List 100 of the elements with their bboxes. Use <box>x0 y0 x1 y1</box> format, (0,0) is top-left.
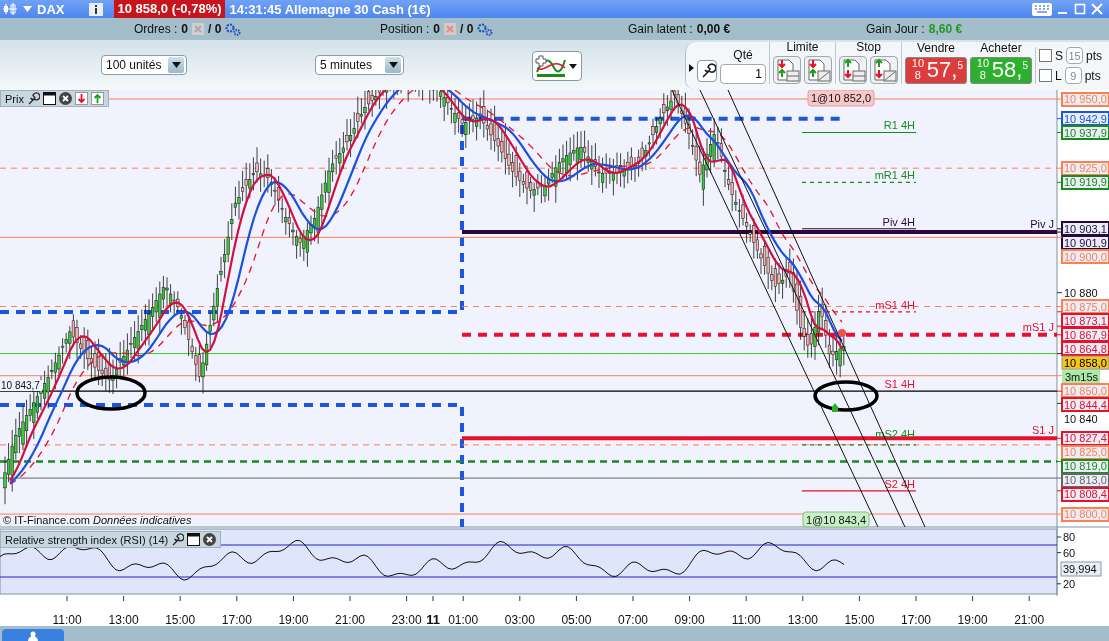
axis-tick-label: 10 880 <box>1064 286 1098 299</box>
axis-tick-label: 20 <box>1063 577 1076 590</box>
up-arrow-icon[interactable] <box>90 92 104 105</box>
instrument-title: 14:31:45 Allemagne 30 Cash (1€) <box>229 1 431 17</box>
axis-tick-label: 80 <box>1063 531 1076 543</box>
price-label: 10 843,7 <box>0 380 42 391</box>
time-label: 19:00 <box>278 613 309 626</box>
stop-label: Stop <box>856 40 881 54</box>
window-icon[interactable] <box>42 92 56 105</box>
checkbox[interactable] <box>1039 49 1052 62</box>
time-label: 11:00 <box>52 613 82 626</box>
sell-label: Vendre <box>916 41 955 55</box>
position-count: 0 <box>433 22 441 36</box>
info-icon[interactable] <box>89 2 104 16</box>
order-tag[interactable]: 1@10 843,4 <box>802 511 870 528</box>
close-icon[interactable] <box>58 92 72 105</box>
axis-price-tag: 10 844,4 <box>1061 397 1109 412</box>
pivot-label: mR1 4H <box>874 169 915 182</box>
indicator-icon <box>535 54 567 78</box>
position-tab-button[interactable] <box>2 629 64 641</box>
quantity-dropdown[interactable]: 100 unités <box>101 55 187 75</box>
axis-price-tag: 10 901,9 <box>1061 235 1109 250</box>
stop-order-button[interactable] <box>839 56 867 84</box>
bracket-letter: S <box>1055 48 1063 63</box>
time-label: 05:00 <box>561 613 592 626</box>
caret-icon[interactable] <box>23 6 32 12</box>
axis-price-tag: 10 875,0 <box>1061 299 1109 314</box>
gears-icon[interactable] <box>477 22 494 36</box>
axis-price-tag: 10 900,0 <box>1061 249 1109 264</box>
orders-label: Ordres : <box>134 22 178 36</box>
pivot-label: S1 4H <box>884 378 915 391</box>
maximize-icon[interactable] <box>1074 3 1086 15</box>
quantity-label: Qté <box>733 48 753 62</box>
points-field[interactable]: 9 <box>1064 67 1082 84</box>
pivot-label: R1 4H <box>883 119 915 132</box>
position-label: Position : <box>380 22 430 36</box>
time-label: 13:00 <box>108 613 139 626</box>
position-total: / 0 <box>460 22 474 36</box>
points-unit: pts <box>1084 68 1101 83</box>
gears-icon[interactable] <box>225 22 242 36</box>
order-tag[interactable]: 1@10 852,0 <box>807 90 875 107</box>
limit-order-button[interactable] <box>804 56 832 84</box>
caret-icon <box>171 62 181 68</box>
time-label: 21:00 <box>1014 613 1045 626</box>
pivot-label: Piv J <box>1030 218 1054 231</box>
time-label: 01:00 <box>448 613 479 626</box>
axis-price-tag: 10 827,4 <box>1061 431 1109 446</box>
buy-label: Acheter <box>980 41 1022 55</box>
close-icon[interactable] <box>203 533 217 546</box>
daily-gain-value: 8,60 € <box>928 22 963 36</box>
stop-order-button[interactable] <box>870 56 898 84</box>
expand-arrow-icon[interactable] <box>689 64 694 72</box>
pivot-label: S1 J <box>1032 424 1054 437</box>
axis-tick-label: 10 840 <box>1064 412 1098 425</box>
symbol-name: DAX <box>37 1 65 17</box>
time-label: 07:00 <box>618 613 648 626</box>
keyboard-icon[interactable] <box>1032 2 1052 16</box>
ellipse-marker <box>75 375 147 411</box>
axis-tick-label: 60 <box>1063 546 1076 559</box>
sell-marker-icon <box>838 329 846 337</box>
time-label: 03:00 <box>504 613 535 626</box>
panel-title: Prix <box>5 92 24 105</box>
axis-price-tag: 10 864,8 <box>1061 341 1109 356</box>
time-label: 21:00 <box>335 613 365 626</box>
time-label: 11:00 <box>731 613 761 626</box>
quantity-field[interactable]: 1 <box>720 64 766 84</box>
indicator-button[interactable] <box>532 51 582 81</box>
unrealized-gain-value: 0,00 € <box>696 22 731 36</box>
axis-price-tag: 10 850,0 <box>1061 383 1109 398</box>
time-label: 09:00 <box>674 613 705 626</box>
time-label: 17:00 <box>221 613 252 626</box>
ellipse-marker <box>813 380 879 412</box>
time-label: 17:00 <box>901 613 931 626</box>
axis-price-tag: 10 873,1 <box>1061 313 1109 328</box>
axis-price-tag: 10 808,4 <box>1061 487 1109 502</box>
checkbox[interactable] <box>1039 69 1052 82</box>
axis-price-tag: 10 919,9 <box>1061 175 1109 190</box>
daily-gain-label: Gain Jour : <box>866 22 925 36</box>
candlestick-icon[interactable] <box>2 2 18 16</box>
unrealized-gain-label: Gain latent : <box>628 22 693 36</box>
rsi-value-tag: 39,994 <box>1060 561 1102 577</box>
axis-price-tag: 10 825,0 <box>1061 445 1109 460</box>
time-label: 23:00 <box>391 613 422 626</box>
timeframe-dropdown[interactable]: 5 minutes <box>315 55 404 75</box>
axis-price-tag: 10 942,9 <box>1061 111 1109 126</box>
caret-icon <box>388 62 398 68</box>
pivot-label: Piv 4H <box>882 215 915 228</box>
date-label: 11 <box>426 612 440 626</box>
axis-price-tag: 10 819,0 <box>1061 459 1109 474</box>
axis-price-tag: 10 925,0 <box>1061 161 1109 176</box>
window-icon[interactable] <box>187 533 201 546</box>
limit-order-button[interactable] <box>773 56 801 84</box>
data-source-credit: © IT-Finance.com Données indicatives <box>3 514 192 526</box>
points-unit: pts <box>1086 48 1103 63</box>
down-arrow-icon[interactable] <box>74 92 88 105</box>
orders-total: / 0 <box>208 22 222 36</box>
points-field[interactable]: 15 <box>1066 47 1083 64</box>
person-icon <box>28 631 38 641</box>
time-label: 15:00 <box>165 613 196 626</box>
axis-price-tag: 10 813,0 <box>1061 473 1109 488</box>
